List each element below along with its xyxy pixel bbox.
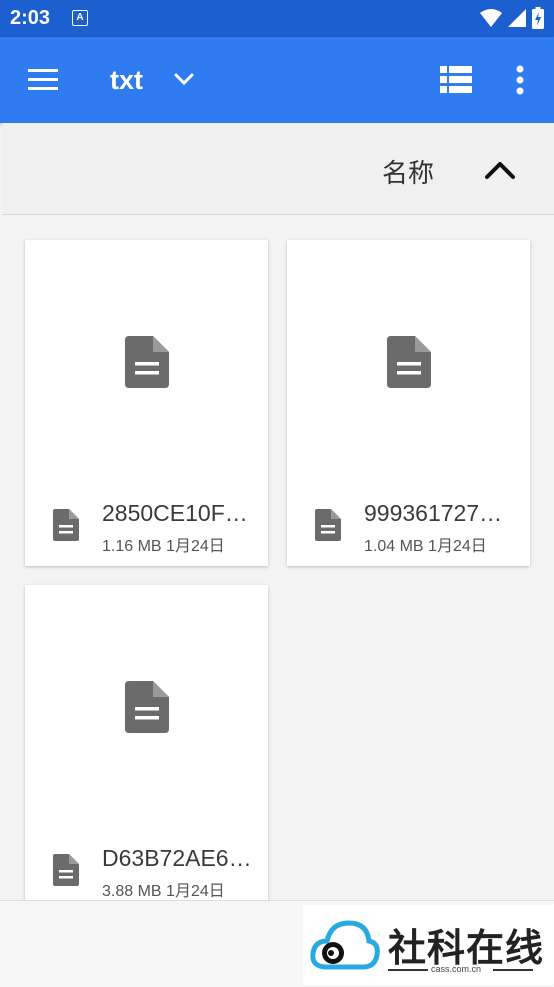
battery-icon (532, 7, 544, 29)
file-card[interactable]: D63B72AE6… 3.88 MB 1月24日 (25, 585, 268, 901)
more-vert-icon[interactable] (512, 65, 528, 95)
document-icon (125, 336, 169, 388)
document-icon (53, 854, 79, 886)
chevron-up-icon[interactable] (484, 159, 516, 181)
status-bar: 2:03 A (0, 0, 554, 37)
sort-by-name-label[interactable]: 名称 (382, 153, 434, 190)
signal-icon (508, 9, 526, 27)
wifi-icon (480, 9, 502, 27)
file-date: 1月24日 (166, 883, 225, 900)
menu-icon[interactable] (28, 69, 58, 91)
watermark-divider (388, 969, 428, 971)
status-icons (480, 7, 544, 29)
cloud-eye-logo-icon (310, 920, 380, 970)
list-view-icon[interactable] (440, 66, 472, 94)
status-time: 2:03 (10, 7, 51, 29)
file-card[interactable]: 999361727… 1.04 MB 1月24日 (287, 240, 530, 566)
file-size: 1.04 MB (364, 538, 424, 555)
file-date: 1月24日 (166, 538, 225, 555)
file-card[interactable]: 2850CE10F… 1.16 MB 1月24日 (25, 240, 268, 566)
document-icon (387, 336, 431, 388)
notification-a-icon: A (72, 10, 88, 26)
file-name: 2850CE10F… (102, 500, 248, 526)
file-meta: 1.04 MB 1月24日 (364, 532, 487, 556)
file-meta: 1.16 MB 1月24日 (102, 532, 225, 556)
file-date: 1月24日 (428, 538, 487, 555)
file-grid: 2850CE10F… 1.16 MB 1月24日 999361727… 1.04… (0, 215, 554, 901)
document-icon (315, 509, 341, 541)
file-name: 999361727… (364, 500, 503, 526)
watermark-url: cass.com.cn (431, 964, 482, 974)
file-name: D63B72AE6… (102, 845, 252, 871)
sort-bar: 名称 (2, 123, 554, 215)
watermark-logo: 社科在线 cass.com.cn (303, 905, 553, 985)
watermark-divider (493, 969, 533, 971)
document-icon (53, 509, 79, 541)
app-bar: txt (0, 37, 554, 123)
chevron-down-icon[interactable] (172, 67, 196, 91)
file-size: 1.16 MB (102, 538, 162, 555)
file-size: 3.88 MB (102, 883, 162, 900)
file-meta: 3.88 MB 1月24日 (102, 877, 225, 901)
document-icon (125, 681, 169, 733)
folder-title[interactable]: txt (110, 65, 143, 96)
